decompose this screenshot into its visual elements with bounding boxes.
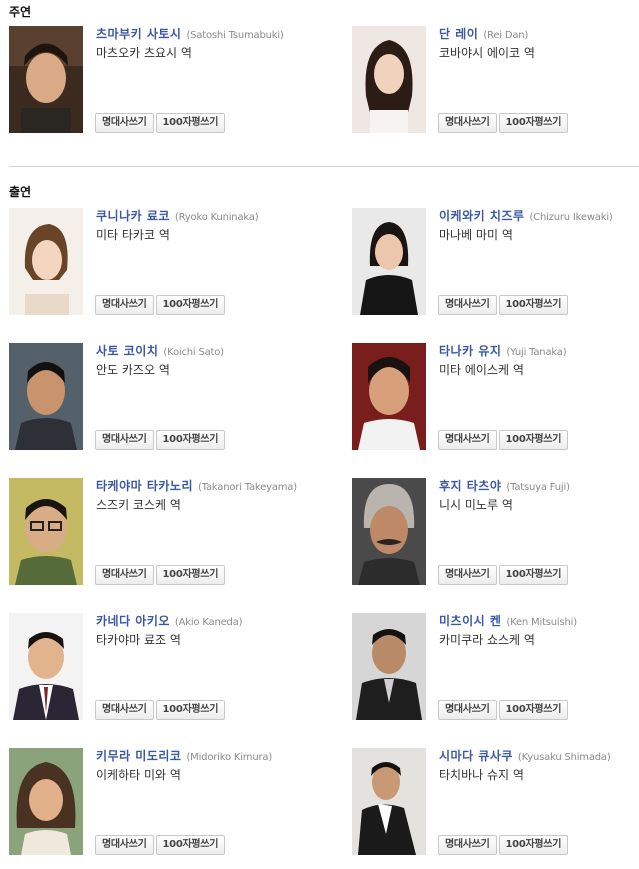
write-review-button[interactable]: 100자평쓰기 — [498, 430, 569, 450]
actor-english-name: (Rei Dan) — [483, 30, 529, 41]
actor-english-name: (Satoshi Tsumabuki) — [186, 30, 284, 41]
write-quote-button[interactable]: 명대사쓰기 — [95, 430, 154, 450]
write-review-button[interactable]: 100자평쓰기 — [498, 565, 569, 585]
lead-cast-heading: 주연 — [9, 5, 32, 19]
actor-english-name: (Akio Kaneda) — [174, 617, 243, 628]
actor-name-link[interactable]: 단 레이 — [439, 27, 478, 41]
actor-role: 타치바나 슈지 역 — [439, 768, 524, 782]
cast-card: 쿠니나카 료코 (Ryoko Kuninaka) 미타 타카코 역 명대사쓰기 10… — [9, 208, 309, 318]
write-review-button[interactable]: 100자평쓰기 — [498, 835, 569, 855]
write-quote-button[interactable]: 명대사쓰기 — [438, 565, 497, 585]
write-review-button[interactable]: 100자평쓰기 — [155, 700, 226, 720]
write-review-button[interactable]: 100자평쓰기 — [155, 835, 226, 855]
actor-role: 타카야마 료조 역 — [96, 633, 181, 647]
actor-role: 이케하타 미와 역 — [96, 768, 181, 782]
cast-card: 미츠이시 켄 (Ken Mitsuishi) 카미쿠라 쇼스케 역 명대사쓰기 10… — [352, 613, 639, 723]
actor-english-name: (Ken Mitsuishi) — [506, 617, 577, 628]
write-review-button[interactable]: 100자평쓰기 — [498, 295, 569, 315]
actor-role: 카미쿠라 쇼스케 역 — [439, 633, 535, 647]
actor-name-link[interactable]: 사토 코이치 — [96, 344, 158, 358]
actor-photo[interactable] — [352, 343, 426, 450]
write-review-button[interactable]: 100자평쓰기 — [155, 113, 226, 133]
write-quote-button[interactable]: 명대사쓰기 — [95, 565, 154, 585]
actor-name-link[interactable]: 타나카 유지 — [439, 344, 501, 358]
write-quote-button[interactable]: 명대사쓰기 — [438, 835, 497, 855]
write-quote-button[interactable]: 명대사쓰기 — [438, 113, 497, 133]
actor-english-name: (Takanori Takeyama) — [198, 482, 297, 493]
write-quote-button[interactable]: 명대사쓰기 — [438, 700, 497, 720]
actor-photo[interactable] — [9, 26, 83, 133]
write-review-button[interactable]: 100자평쓰기 — [498, 700, 569, 720]
actor-role: 미타 에이스케 역 — [439, 363, 524, 377]
write-quote-button[interactable]: 명대사쓰기 — [95, 295, 154, 315]
actor-english-name: (Ryoko Kuninaka) — [174, 212, 259, 223]
write-review-button[interactable]: 100자평쓰기 — [155, 565, 226, 585]
cast-card: 키무라 미도리코 (Midoriko Kimura) 이케하타 미와 역 명대사쓰… — [9, 748, 309, 858]
actor-photo[interactable] — [9, 208, 83, 315]
actor-name-link[interactable]: 츠마부키 사토시 — [96, 27, 181, 41]
cast-card: 타케야마 타카노리 (Takanori Takeyama) 스즈키 코스케 역 명… — [9, 478, 309, 588]
cast-card: 카네다 아키오 (Akio Kaneda) 타카야마 료조 역 명대사쓰기 100자… — [9, 613, 309, 723]
write-quote-button[interactable]: 명대사쓰기 — [438, 430, 497, 450]
cast-card: 타나카 유지 (Yuji Tanaka) 미타 에이스케 역 명대사쓰기 100자평… — [352, 343, 639, 453]
actor-name-link[interactable]: 후지 타츠야 — [439, 479, 501, 493]
actor-photo[interactable] — [9, 343, 83, 450]
actor-name-link[interactable]: 시마다 큐사쿠 — [439, 749, 513, 763]
actor-name-link[interactable]: 타케야마 타카노리 — [96, 479, 193, 493]
write-quote-button[interactable]: 명대사쓰기 — [95, 835, 154, 855]
cast-card: 츠마부키 사토시 (Satoshi Tsumabuki) 마츠오카 츠요시 역 명… — [9, 26, 309, 136]
actor-role: 스즈키 코스케 역 — [96, 498, 181, 512]
write-quote-button[interactable]: 명대사쓰기 — [95, 700, 154, 720]
actor-name-link[interactable]: 쿠니나카 료코 — [96, 209, 170, 223]
actor-name-link[interactable]: 이케와키 치즈루 — [439, 209, 524, 223]
actor-role: 니시 미노루 역 — [439, 498, 513, 512]
actor-photo[interactable] — [9, 478, 83, 585]
actor-role: 안도 카즈오 역 — [96, 363, 170, 377]
write-review-button[interactable]: 100자평쓰기 — [155, 295, 226, 315]
write-review-button[interactable]: 100자평쓰기 — [155, 430, 226, 450]
cast-card: 후지 타츠야 (Tatsuya Fuji) 니시 미노루 역 명대사쓰기 100자평… — [352, 478, 639, 588]
actor-photo[interactable] — [352, 748, 426, 855]
cast-card: 사토 코이치 (Koichi Sato) 안도 카즈오 역 명대사쓰기 100자평쓰… — [9, 343, 309, 453]
write-review-button[interactable]: 100자평쓰기 — [498, 113, 569, 133]
actor-role: 미타 타카코 역 — [96, 228, 170, 242]
actor-english-name: (Midoriko Kimura) — [186, 752, 273, 763]
actor-photo[interactable] — [352, 26, 426, 133]
actor-english-name: (Chizuru Ikewaki) — [529, 212, 613, 223]
supporting-cast-heading: 출연 — [9, 185, 32, 199]
actor-photo[interactable] — [352, 208, 426, 315]
actor-name-link[interactable]: 카네다 아키오 — [96, 614, 170, 628]
section-divider — [9, 166, 639, 167]
actor-photo[interactable] — [352, 613, 426, 720]
actor-english-name: (Yuji Tanaka) — [506, 347, 567, 358]
cast-card: 시마다 큐사쿠 (Kyusaku Shimada) 타치바나 슈지 역 명대사쓰기… — [352, 748, 639, 858]
actor-name-link[interactable]: 미츠이시 켄 — [439, 614, 501, 628]
actor-photo[interactable] — [9, 748, 83, 855]
actor-name-link[interactable]: 키무라 미도리코 — [96, 749, 181, 763]
cast-card: 단 레이 (Rei Dan) 코바야시 에이코 역 명대사쓰기 100자평쓰기 — [352, 26, 639, 136]
actor-role: 마츠오카 츠요시 역 — [96, 46, 192, 60]
actor-photo[interactable] — [352, 478, 426, 585]
actor-photo[interactable] — [9, 613, 83, 720]
cast-card: 이케와키 치즈루 (Chizuru Ikewaki) 마나베 마미 역 명대사쓰기… — [352, 208, 639, 318]
actor-english-name: (Koichi Sato) — [163, 347, 224, 358]
write-quote-button[interactable]: 명대사쓰기 — [95, 113, 154, 133]
actor-english-name: (Kyusaku Shimada) — [517, 752, 611, 763]
actor-role: 코바야시 에이코 역 — [439, 46, 535, 60]
write-quote-button[interactable]: 명대사쓰기 — [438, 295, 497, 315]
actor-role: 마나베 마미 역 — [439, 228, 513, 242]
actor-english-name: (Tatsuya Fuji) — [506, 482, 570, 493]
